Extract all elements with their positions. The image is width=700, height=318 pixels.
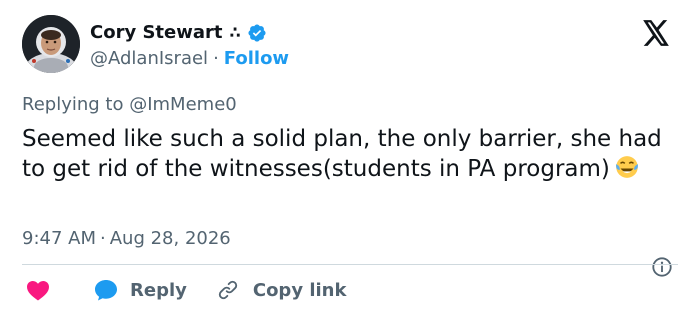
x-logo-icon[interactable] (642, 20, 670, 46)
separator: · (213, 48, 219, 69)
author-handle[interactable]: @AdlanIsrael (90, 48, 208, 69)
replying-prefix: Replying to (22, 94, 124, 115)
handle-row: @AdlanIsrael · Follow (90, 47, 289, 71)
follow-button[interactable]: Follow (224, 48, 289, 69)
heart-icon (27, 281, 49, 301)
separator: · (100, 228, 106, 249)
tweet-time: 9:47 AM (22, 228, 96, 249)
replying-to-handle[interactable]: @ImMeme0 (129, 94, 237, 115)
divider (22, 264, 678, 265)
like-button[interactable] (22, 279, 50, 301)
reply-button[interactable]: Reply (94, 279, 187, 301)
tweet-body: Seemed like such a solid plan, the only … (22, 126, 662, 182)
verified-badge-icon (248, 24, 266, 42)
avatar[interactable] (22, 15, 80, 73)
action-bar: Reply Copy link (22, 276, 346, 304)
tweet-timestamp[interactable]: 9:47 AM · Aug 28, 2026 (22, 227, 231, 251)
link-icon (218, 280, 237, 300)
replying-to-line: Replying to @ImMeme0 (22, 93, 237, 117)
name-suffix: ∴ (229, 23, 241, 42)
author-name-row[interactable]: Cory Stewart ∴ (90, 21, 267, 45)
tweet-text: Seemed like such a solid plan, the only … (22, 124, 662, 184)
copy-link-button[interactable]: Copy link (217, 279, 347, 301)
astronaut-avatar-image (22, 15, 80, 73)
reply-bubble-icon (95, 280, 117, 301)
display-name[interactable]: Cory Stewart (90, 21, 223, 45)
face-with-tears-of-joy-icon (615, 156, 638, 178)
copy-link-label: Copy link (252, 279, 347, 301)
reply-label: Reply (130, 279, 187, 301)
info-icon[interactable] (651, 256, 673, 278)
tweet-date: Aug 28, 2026 (109, 228, 231, 249)
